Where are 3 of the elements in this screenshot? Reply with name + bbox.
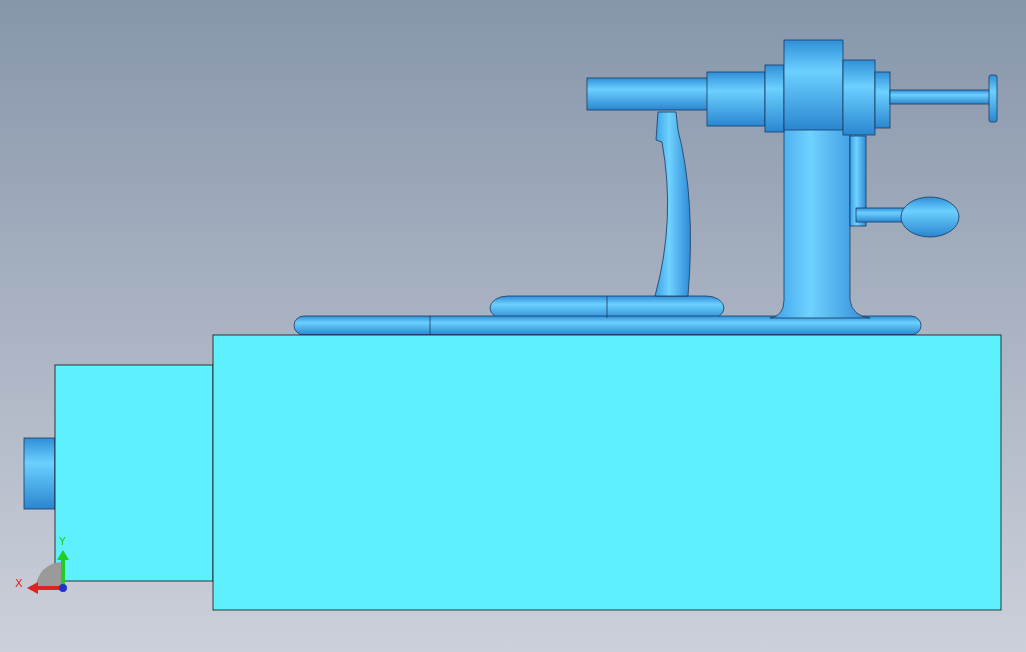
x-axis-label: X bbox=[15, 577, 23, 590]
axis-triad-drawing bbox=[27, 550, 69, 594]
y-axis-label: Y bbox=[59, 535, 66, 548]
